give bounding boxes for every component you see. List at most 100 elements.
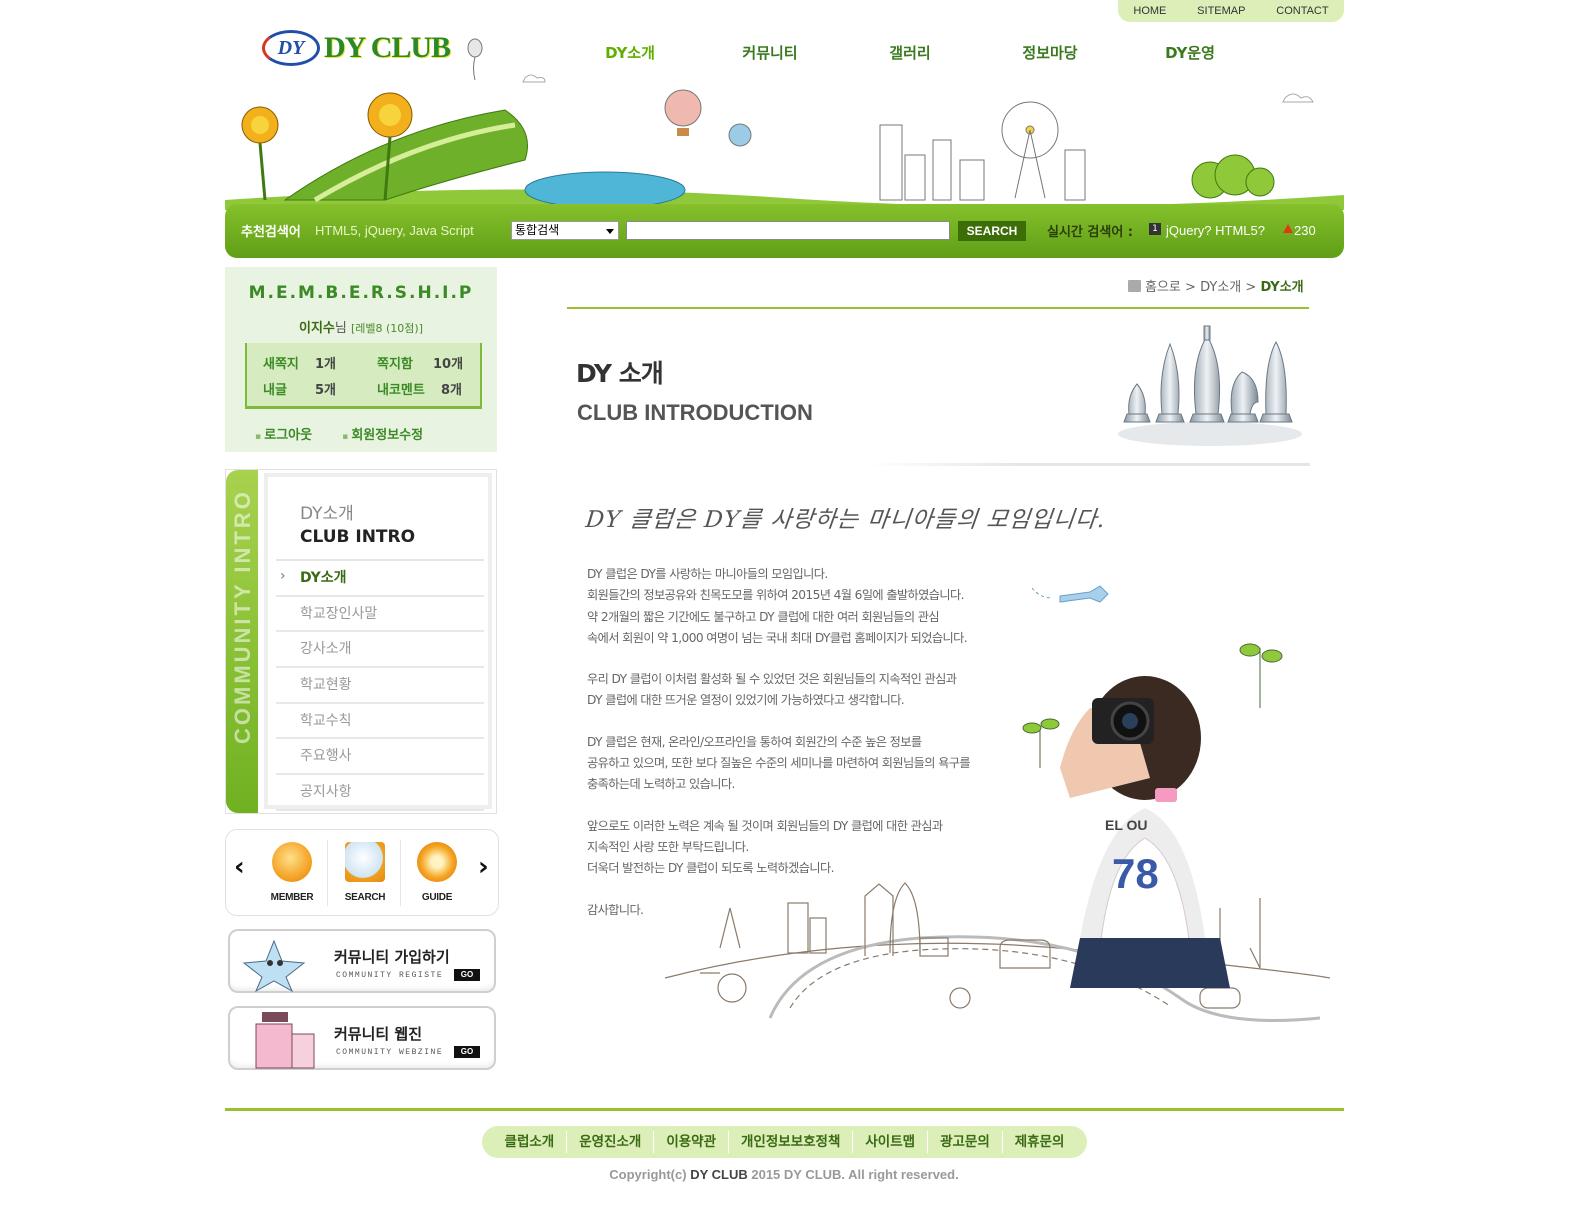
footer-rule bbox=[225, 1108, 1344, 1111]
sitemap-link[interactable]: SITEMAP bbox=[1197, 5, 1245, 17]
search-quick-link[interactable]: SEARCH bbox=[335, 842, 395, 903]
logo-mark: DY bbox=[262, 30, 320, 66]
guide-quick-link[interactable]: GUIDE bbox=[407, 842, 467, 903]
side-menu-item-dy-intro[interactable]: DY소개 bbox=[276, 559, 484, 597]
user-level: [레벨8 (10점)] bbox=[350, 322, 424, 335]
breadcrumb-separator: > bbox=[1245, 280, 1257, 295]
member-links: 로그아웃 회원정보수정 bbox=[255, 424, 423, 443]
member-quick-link[interactable]: MEMBER bbox=[262, 842, 322, 903]
join-community-subtitle: COMMUNITY REGISTE bbox=[336, 971, 444, 980]
member-stats: 새쪽지 1개 쪽지함 10개 내글 5개 내코멘트 8개 bbox=[245, 343, 482, 409]
nav-gallery[interactable]: 갤러리 bbox=[840, 42, 980, 63]
footer-ads[interactable]: 광고문의 bbox=[927, 1131, 1002, 1153]
site-logo[interactable]: DY DY CLUB bbox=[262, 30, 451, 66]
nav-dy-intro[interactable]: DY소개 bbox=[560, 42, 700, 63]
edit-profile-link[interactable]: 회원정보수정 bbox=[342, 424, 423, 443]
prev-arrow-icon[interactable]: ‹ bbox=[234, 852, 245, 882]
go-button[interactable]: GO bbox=[454, 969, 480, 981]
breadcrumb-home[interactable]: 홈으로 bbox=[1145, 280, 1181, 295]
realtime-keyword[interactable]: jQuery? HTML5? bbox=[1166, 223, 1265, 238]
content-divider bbox=[868, 463, 1310, 466]
side-menu-subtitle: CLUB INTRO bbox=[300, 527, 416, 547]
divider bbox=[400, 840, 401, 906]
search-quick-label: SEARCH bbox=[344, 892, 386, 903]
ferris-wheel-icon bbox=[1001, 101, 1059, 199]
footer-terms[interactable]: 이용약관 bbox=[653, 1131, 728, 1153]
breadcrumb: 홈으로 > DY소개 > DY소개 bbox=[1128, 276, 1304, 295]
chevron-down-icon bbox=[606, 229, 614, 234]
side-menu-vertical-label: COMMUNITY INTRO bbox=[230, 489, 255, 744]
footer-privacy[interactable]: 개인정보보호정책 bbox=[728, 1131, 852, 1153]
svg-text:EL OU: EL OU bbox=[1105, 817, 1148, 833]
arrow-up-icon bbox=[1283, 224, 1293, 233]
footer-club-intro[interactable]: 클럽소개 bbox=[493, 1131, 567, 1153]
building-icon bbox=[255, 1012, 315, 1069]
footer-partnership[interactable]: 제휴문의 bbox=[1001, 1131, 1077, 1153]
trees bbox=[1191, 154, 1275, 199]
side-menu-item-events[interactable]: 주요행사 bbox=[276, 739, 484, 776]
side-menu-item-status[interactable]: 학교현황 bbox=[276, 668, 484, 704]
divider bbox=[327, 840, 328, 906]
inbox-label[interactable]: 쪽지함 bbox=[377, 353, 413, 372]
intro-line: 감사합니다. bbox=[587, 902, 644, 917]
webzine-title: 커뮤니티 웹진 bbox=[334, 1025, 423, 1043]
nav-dy-operation[interactable]: DY운영 bbox=[1120, 42, 1260, 63]
main-nav: DY소개 커뮤니티 갤러리 정보마당 DY운영 bbox=[560, 42, 1260, 63]
realtime-label: 실시간 검색어 : bbox=[1047, 225, 1134, 240]
town-line-art bbox=[664, 882, 1331, 1022]
copyright-prefix: Copyright(c) bbox=[609, 1167, 687, 1182]
contact-link[interactable]: CONTACT bbox=[1276, 5, 1328, 17]
content-top-rule bbox=[567, 307, 1309, 309]
join-community-banner[interactable]: 커뮤니티 가입하기 COMMUNITY REGISTE GO bbox=[228, 929, 496, 993]
my-posts-label[interactable]: 내글 bbox=[263, 379, 287, 398]
magnifier-icon bbox=[345, 842, 385, 882]
recommend-keywords[interactable]: HTML5, jQuery, Java Script bbox=[315, 223, 474, 238]
search-bar: 추천검색어 HTML5, jQuery, Java Script 통합검색 SE… bbox=[225, 204, 1344, 258]
logout-link[interactable]: 로그아웃 bbox=[255, 424, 312, 443]
quick-links: ‹ MEMBER SEARCH GUIDE › bbox=[225, 829, 499, 916]
page-subtitle: CLUB INTRODUCTION bbox=[577, 400, 813, 425]
side-menu-item-instructors[interactable]: 강사소개 bbox=[276, 632, 484, 669]
logo-text: DY CLUB bbox=[324, 31, 451, 64]
page: HOME SITEMAP CONTACT DY DY CLUB DY소개 커뮤니… bbox=[0, 0, 1583, 1220]
footer-staff-intro[interactable]: 운영진소개 bbox=[566, 1131, 653, 1153]
new-note-label[interactable]: 새쪽지 bbox=[263, 353, 299, 372]
inbox-count: 10개 bbox=[433, 357, 464, 372]
breadcrumb-separator: > bbox=[1185, 280, 1196, 295]
copyright-text: 2015 DY CLUB. All right reserved. bbox=[751, 1167, 959, 1182]
join-community-title: 커뮤니티 가입하기 bbox=[334, 948, 450, 966]
breadcrumb-level1[interactable]: DY소개 bbox=[1200, 280, 1241, 295]
side-menu-item-greeting[interactable]: 학교장인사말 bbox=[276, 597, 484, 633]
slogan: DY 클럽은 DY를 사랑하는 마니아들의 모임입니다. bbox=[584, 507, 1108, 533]
search-button[interactable]: SEARCH bbox=[958, 221, 1026, 241]
webzine-banner[interactable]: 커뮤니티 웹진 COMMUNITY WEBZINE GO bbox=[228, 1006, 496, 1070]
side-menu-title: DY소개 bbox=[300, 504, 354, 524]
hot-air-balloon-icon bbox=[664, 89, 752, 147]
membership-panel: M.E.M.B.E.R.S.H.I.P 이지수님 [레벨8 (10점)] 새쪽지… bbox=[225, 267, 497, 452]
side-menu: COMMUNITY INTRO DY소개 CLUB INTRO DY소개 학교장… bbox=[225, 469, 497, 814]
membership-title: M.E.M.B.E.R.S.H.I.P bbox=[248, 283, 474, 303]
new-note-count: 1개 bbox=[315, 357, 337, 372]
go-button[interactable]: GO bbox=[454, 1046, 480, 1058]
woman-with-camera-photo: 78 EL OU bbox=[1060, 676, 1230, 988]
search-scope-select[interactable]: 통합검색 bbox=[511, 221, 619, 240]
copyright-brand: DY CLUB bbox=[690, 1167, 748, 1182]
footer-sitemap[interactable]: 사이트맵 bbox=[852, 1131, 927, 1153]
header-illustration bbox=[225, 74, 1344, 210]
home-link[interactable]: HOME bbox=[1133, 5, 1166, 17]
footer-nav: 클럽소개 운영진소개 이용약관 개인정보보호정책 사이트맵 광고문의 제휴문의 bbox=[482, 1126, 1087, 1158]
nav-info[interactable]: 정보마당 bbox=[980, 42, 1120, 63]
my-comments-count: 8개 bbox=[441, 383, 463, 398]
top-utility-nav: HOME SITEMAP CONTACT bbox=[1118, 0, 1344, 22]
search-input[interactable] bbox=[626, 221, 950, 240]
home-icon bbox=[1128, 280, 1141, 292]
side-menu-item-notices[interactable]: 공지사항 bbox=[276, 775, 484, 811]
next-arrow-icon[interactable]: › bbox=[478, 852, 489, 882]
nav-community[interactable]: 커뮤니티 bbox=[700, 42, 840, 63]
side-menu-list: DY소개 학교장인사말 강사소개 학교현황 학교수칙 주요행사 공지사항 bbox=[276, 559, 484, 811]
recommend-label: 추천검색어 bbox=[241, 225, 301, 240]
rank-badge: 1 bbox=[1149, 223, 1161, 235]
realtime-count: 230 bbox=[1294, 223, 1316, 238]
side-menu-item-rules[interactable]: 학교수칙 bbox=[276, 704, 484, 740]
my-comments-label[interactable]: 내코멘트 bbox=[377, 379, 425, 398]
